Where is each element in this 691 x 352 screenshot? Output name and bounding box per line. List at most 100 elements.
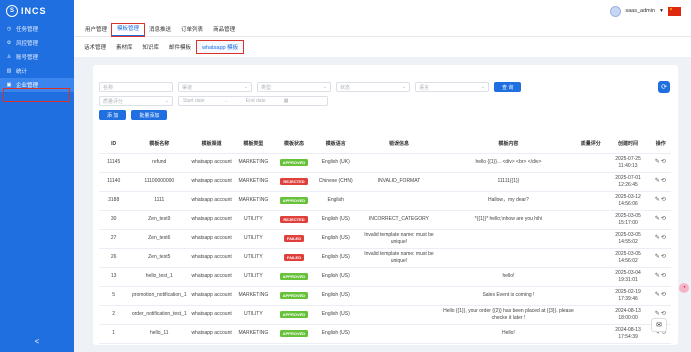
table-row[interactable]: 27 Zen_test6 whatsapp account UTILITY FAILED… — [99, 229, 671, 249]
sidebar-item-2[interactable]: ♙ 账号管理 — [0, 50, 74, 64]
status-badge: APPROVED — [279, 329, 309, 337]
table-row[interactable]: 26 Zen_test5 whatsapp account UTILITY FAILED… — [99, 248, 671, 268]
status-badge: APPROVED — [279, 272, 309, 280]
app-logo[interactable]: S INCS — [0, 0, 74, 22]
username[interactable]: saas_admin — [625, 8, 655, 14]
cell-created: 2025-03-05 15:17:00 — [605, 210, 651, 230]
status-badge: APPROVED — [279, 196, 309, 204]
sidebar-collapse-button[interactable]: < — [0, 337, 74, 346]
tab-tabs_main-1[interactable]: 模板管理 — [111, 23, 146, 37]
filter-3[interactable]: 状态 ⌄ — [336, 82, 410, 92]
table-row[interactable]: 5 promotion_notification_1 whatsapp accoun… — [99, 286, 671, 306]
cell-created: 2025-07-25 11:40:13 — [605, 153, 651, 173]
tab-tabs_sub-1[interactable]: 素材库 — [111, 40, 138, 54]
refresh-icon[interactable]: ⟲ — [661, 216, 667, 222]
refresh-icon[interactable]: ⟲ — [661, 292, 667, 298]
column-header: 模板渠道 — [190, 135, 234, 154]
refresh-icon[interactable]: ⟲ — [661, 311, 667, 317]
cell-type: MARKETING — [233, 324, 274, 344]
end-date: End date — [245, 98, 266, 104]
table-row[interactable]: 1 hello_11 whatsapp account MARKETING APPROV… — [99, 324, 671, 344]
cell-name: Zen_test9 — [128, 210, 191, 230]
column-header: 模板名称 — [128, 135, 191, 154]
filter-4[interactable]: 语言 ⌄ — [415, 82, 489, 92]
batch-add-button[interactable]: 批量添加 — [131, 110, 168, 120]
cell-content: hello! — [440, 267, 577, 287]
cell-created: 2025-03-05 14:55:02 — [605, 229, 651, 249]
row-actions: ✎⟲ — [650, 210, 671, 230]
row-actions: ✎⟲ — [650, 191, 671, 211]
cell-error — [357, 286, 441, 306]
cell-quality — [576, 324, 606, 344]
table-row[interactable]: 2 order_notification_test_1 whatsapp accou… — [99, 305, 671, 325]
avatar[interactable] — [610, 5, 622, 17]
add-button[interactable]: 添 加 — [99, 110, 127, 120]
floating-badge-icon[interactable]: ◔ — [679, 283, 689, 293]
tab-tabs_sub-4[interactable]: whatsapp 模板 — [196, 40, 245, 54]
column-header: 错误信息 — [357, 135, 441, 154]
column-header: 模板语言 — [314, 135, 358, 154]
cell-lang: English (US) — [314, 267, 358, 287]
cell-quality — [576, 210, 606, 230]
cell-name: hello_test_1 — [128, 267, 191, 287]
cell-content: 11111{{1}} — [440, 172, 577, 192]
cell-channel: whatsapp account — [190, 305, 234, 325]
table-row[interactable]: 3188 1111 whatsapp account MARKETING APPROVE… — [99, 191, 671, 211]
cell-lang: Chinese (CHN) — [314, 172, 358, 192]
cell-error: Invalid template name: must be unique! — [357, 229, 441, 249]
sidebar-item-3[interactable]: ▥ 统计 — [0, 64, 74, 78]
search-button[interactable]: 查 询 — [494, 82, 522, 92]
chat-icon[interactable]: ✉ — [651, 318, 667, 332]
tab-tabs_main-3[interactable]: 订单列表 — [176, 25, 208, 36]
refresh-icon[interactable]: ⟳ — [658, 81, 670, 93]
table-row[interactable]: 13 hello_test_1 whatsapp account UTILITY APP… — [99, 267, 671, 287]
refresh-icon[interactable]: ⟲ — [661, 197, 667, 203]
filter-1[interactable]: 渠道 ⌄ — [178, 82, 252, 92]
cell-error: INCORRECT_CATEGORY — [357, 210, 441, 230]
chevron-down-icon[interactable]: ▼ — [659, 8, 664, 14]
user-icon: ♙ — [6, 54, 12, 60]
refresh-icon[interactable]: ⟲ — [661, 254, 667, 260]
table-row[interactable]: 11140 11100000000 whatsapp account MARKETIN… — [99, 172, 671, 192]
language-flag-icon[interactable] — [668, 6, 681, 16]
table-row[interactable]: 11145 refund whatsapp account MARKETING APPR… — [99, 153, 671, 173]
cell-id: 1 — [99, 324, 129, 344]
filter-0[interactable]: 名称 — [99, 82, 173, 92]
date-range-picker[interactable]: Start date → End date ▦ — [178, 96, 328, 106]
cell-name: promotion_notification_1 — [128, 286, 191, 306]
sidebar-item-label: 任务管理 — [16, 27, 39, 33]
sidebar-item-1[interactable]: ⚙ 风控管理 — [0, 36, 74, 50]
column-header: 模板状态 — [273, 135, 315, 154]
cell-channel: whatsapp account — [190, 324, 234, 344]
filter-placeholder: 状态 — [340, 84, 351, 91]
tab-tabs_sub-3[interactable]: 邮件模板 — [164, 40, 196, 54]
refresh-icon[interactable]: ⟲ — [661, 235, 667, 241]
sidebar-item-label: 风控管理 — [16, 41, 39, 47]
cell-channel: whatsapp account — [190, 229, 234, 249]
template-table: ID 模板名称 模板渠道 模板类型 模板状态 模板语言 错误信息 模板内容 质量评分 创建时间 操作… — [99, 135, 671, 344]
cell-created: 2025-03-05 14:56:02 — [605, 248, 651, 268]
cell-content: hello {{1}}... <div> <br> </div> — [440, 153, 577, 173]
tab-tabs_sub-2[interactable]: 知识库 — [138, 40, 165, 54]
column-header: 模板内容 — [440, 135, 577, 154]
tab-tabs_sub-0[interactable]: 话术管理 — [79, 40, 111, 54]
filter-2[interactable]: 类型 ⌄ — [257, 82, 331, 92]
cell-error — [357, 153, 441, 173]
refresh-icon[interactable]: ⟲ — [661, 273, 667, 279]
quality-select[interactable]: 质量评分 ⌄ — [99, 96, 173, 106]
refresh-icon[interactable]: ⟲ — [661, 178, 667, 184]
cell-quality — [576, 286, 606, 306]
cell-status: APPROVED — [273, 191, 315, 211]
refresh-icon[interactable]: ⟲ — [661, 159, 667, 165]
sidebar-item-0[interactable]: ◷ 任务管理 — [0, 22, 74, 36]
tab-tabs_main-0[interactable]: 用户管理 — [80, 25, 112, 36]
cell-quality — [576, 153, 606, 173]
tab-tabs_main-2[interactable]: 消息推送 — [144, 25, 176, 36]
cell-status: FAILED — [273, 229, 315, 249]
filter-placeholder: 类型 — [261, 84, 272, 91]
tab-tabs_main-4[interactable]: 商品管理 — [208, 25, 240, 36]
column-header: 操作 — [650, 135, 671, 154]
cell-status: REJECTED — [273, 172, 315, 192]
cell-type: MARKETING — [233, 286, 274, 306]
table-row[interactable]: 30 Zen_test9 whatsapp account UTILITY REJECT… — [99, 210, 671, 230]
